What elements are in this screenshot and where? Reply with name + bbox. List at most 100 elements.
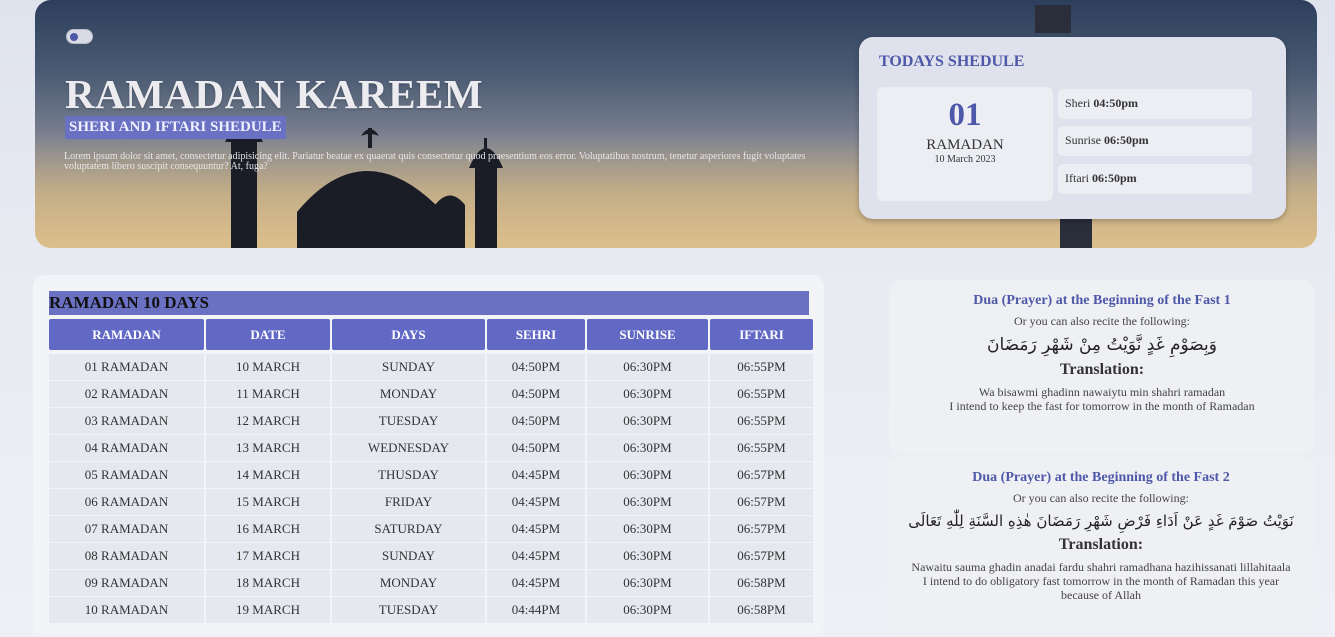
table-cell-date: 13 MARCH [206,435,330,462]
sunrise-label: Sunrise [1065,133,1104,147]
dua-card-1: Dua (Prayer) at the Beginning of the Fas… [889,280,1315,454]
table-cell-date: 19 MARCH [206,597,330,624]
table-cell-ramadan: 02 RAMADAN [49,381,204,408]
table-cell-day: TUESDAY [332,597,485,624]
table-cell-iftari: 06:55PM [710,435,813,462]
dua-title: Dua (Prayer) at the Beginning of the Fas… [973,293,1231,308]
table-cell-iftari: 06:55PM [710,381,813,408]
iftari-time-pill: Iftari 06:50pm [1058,164,1252,194]
table-cell-sehri: 04:45PM [487,570,585,597]
transliteration-line: Wa bisawmi ghadinn nawaiytu min shahri r… [978,385,1226,399]
table-cell-sehri: 04:50PM [487,381,585,408]
table-cell-day: TUESDAY [332,408,485,435]
table-cell-date: 16 MARCH [206,516,330,543]
transliteration-line: Nawaitu sauma ghadin anadai fardu shahri… [911,560,1291,574]
hero-subtitle: SHERI AND IFTARI SHEDULE [65,116,286,139]
table-cell-date: 18 MARCH [206,570,330,597]
table-cell-iftari: 06:58PM [710,597,813,624]
translation-line: I intend to keep the fast for tomorrow i… [949,399,1255,413]
dua-hint: Or you can also recite the following: [1014,314,1190,328]
theme-toggle[interactable] [66,29,93,44]
table-cell-sehri: 04:44PM [487,597,585,624]
column-header-sehri: SEHRI [487,319,585,350]
dua-card-2: Dua (Prayer) at the Beginning of the Fas… [887,457,1315,637]
table-cell-ramadan: 09 RAMADAN [49,570,204,597]
table-cell-ramadan: 07 RAMADAN [49,516,204,543]
translation-text: Nawaitu sauma ghadin anadai fardu shahri… [887,560,1315,602]
table-cell-ramadan: 03 RAMADAN [49,408,204,435]
table-cell-iftari: 06:55PM [710,354,813,381]
table-cell-day: MONDAY [332,381,485,408]
translation-title: Translation: [1059,361,1145,378]
sheri-time: 04:50pm [1093,96,1139,110]
table-cell-date: 10 MARCH [206,354,330,381]
table-cell-sunrise: 06:30PM [587,489,708,516]
schedule-table: RAMADAN DATE DAYS SEHRI SUNRISE IFTARI 01 RAMA… [49,319,813,624]
table-cell-sehri: 04:45PM [487,516,585,543]
sheri-time-pill: Sheri 04:50pm [1058,89,1252,119]
table-cell-date: 15 MARCH [206,489,330,516]
table-cell-iftari: 06:57PM [710,516,813,543]
table-cell-sunrise: 06:30PM [587,435,708,462]
table-cell-sehri: 04:45PM [487,543,585,570]
table-cell-sunrise: 06:30PM [587,543,708,570]
column-header-iftari: IFTARI [710,319,813,350]
table-cell-day: SUNDAY [332,354,485,381]
table-cell-day: THUSDAY [332,462,485,489]
table-cell-sehri: 04:50PM [487,435,585,462]
dua-arabic-text: وَبِصَوْمِ غَدٍ نَّوَيْتُ مِنْ شَهْرِ رَ… [987,335,1217,355]
table-cell-ramadan: 04 RAMADAN [49,435,204,462]
column-header-day: DAYS [332,319,485,350]
table-cell-sunrise: 06:30PM [587,597,708,624]
column-header-sunrise: SUNRISE [587,319,708,350]
table-cell-ramadan: 08 RAMADAN [49,543,204,570]
table-cell-ramadan: 10 RAMADAN [49,597,204,624]
table-cell-day: SATURDAY [332,516,485,543]
table-cell-ramadan: 01 RAMADAN [49,354,204,381]
table-cell-ramadan: 06 RAMADAN [49,489,204,516]
table-cell-sehri: 04:45PM [487,462,585,489]
iftari-time: 06:50pm [1091,171,1137,185]
sunrise-time: 06:50pm [1104,133,1149,147]
table-cell-iftari: 06:57PM [710,462,813,489]
column-header-ramadan: RAMADAN [49,319,204,350]
table-cell-iftari: 06:57PM [710,543,813,570]
table-cell-sunrise: 06:30PM [587,381,708,408]
hero-title: RAMADAN KAREEM [65,71,484,117]
table-cell-date: 17 MARCH [206,543,330,570]
table-cell-day: MONDAY [332,570,485,597]
table-cell-sehri: 04:50PM [487,408,585,435]
table-cell-day: SUNDAY [332,543,485,570]
translation-text: Wa bisawmi ghadinn nawaiytu min shahri r… [889,385,1315,413]
hero-description: Lorem ipsum dolor sit amet, consectetur … [64,151,806,172]
table-cell-iftari: 06:55PM [710,408,813,435]
table-cell-sunrise: 06:30PM [587,516,708,543]
today-day-number: 01 [948,97,982,133]
sheri-label: Sheri [1065,96,1094,110]
today-month: RAMADAN [926,137,1004,153]
dua-arabic-text: نَوَيْتُ صَوْمَ غَدٍ عَنْ اَدَاءِ فَرْضِ… [908,512,1294,530]
today-day-box: 01 RAMADAN 10 March 2023 [877,87,1053,201]
table-caption: RAMADAN 10 DAYS [49,291,809,315]
translation-line: I intend to do obligatory fast tomorrow … [922,574,1280,602]
table-cell-date: 12 MARCH [206,408,330,435]
today-date: 10 March 2023 [934,154,996,165]
table-cell-sunrise: 06:30PM [587,354,708,381]
sunrise-time-pill: Sunrise 06:50pm [1058,126,1252,156]
todays-schedule-title: TODAYS SHEDULE [879,53,1025,70]
table-cell-sunrise: 06:30PM [587,462,708,489]
dua-hint: Or you can also recite the following: [1013,491,1189,505]
table-cell-sehri: 04:45PM [487,489,585,516]
table-cell-date: 11 MARCH [206,381,330,408]
table-cell-iftari: 06:58PM [710,570,813,597]
table-cell-day: WEDNESDAY [332,435,485,462]
dua-title: Dua (Prayer) at the Beginning of the Fas… [972,470,1230,485]
schedule-table-panel: RAMADAN 10 DAYS RAMADAN DATE DAYS SEHRI SUNR… [33,275,824,635]
table-cell-sehri: 04:50PM [487,354,585,381]
table-cell-date: 14 MARCH [206,462,330,489]
toggle-knob [70,33,78,41]
table-cell-day: FRIDAY [332,489,485,516]
todays-schedule-card: TODAYS SHEDULE 01 RAMADAN 10 March 2023 … [859,37,1286,219]
table-cell-iftari: 06:57PM [710,489,813,516]
table-cell-ramadan: 05 RAMADAN [49,462,204,489]
